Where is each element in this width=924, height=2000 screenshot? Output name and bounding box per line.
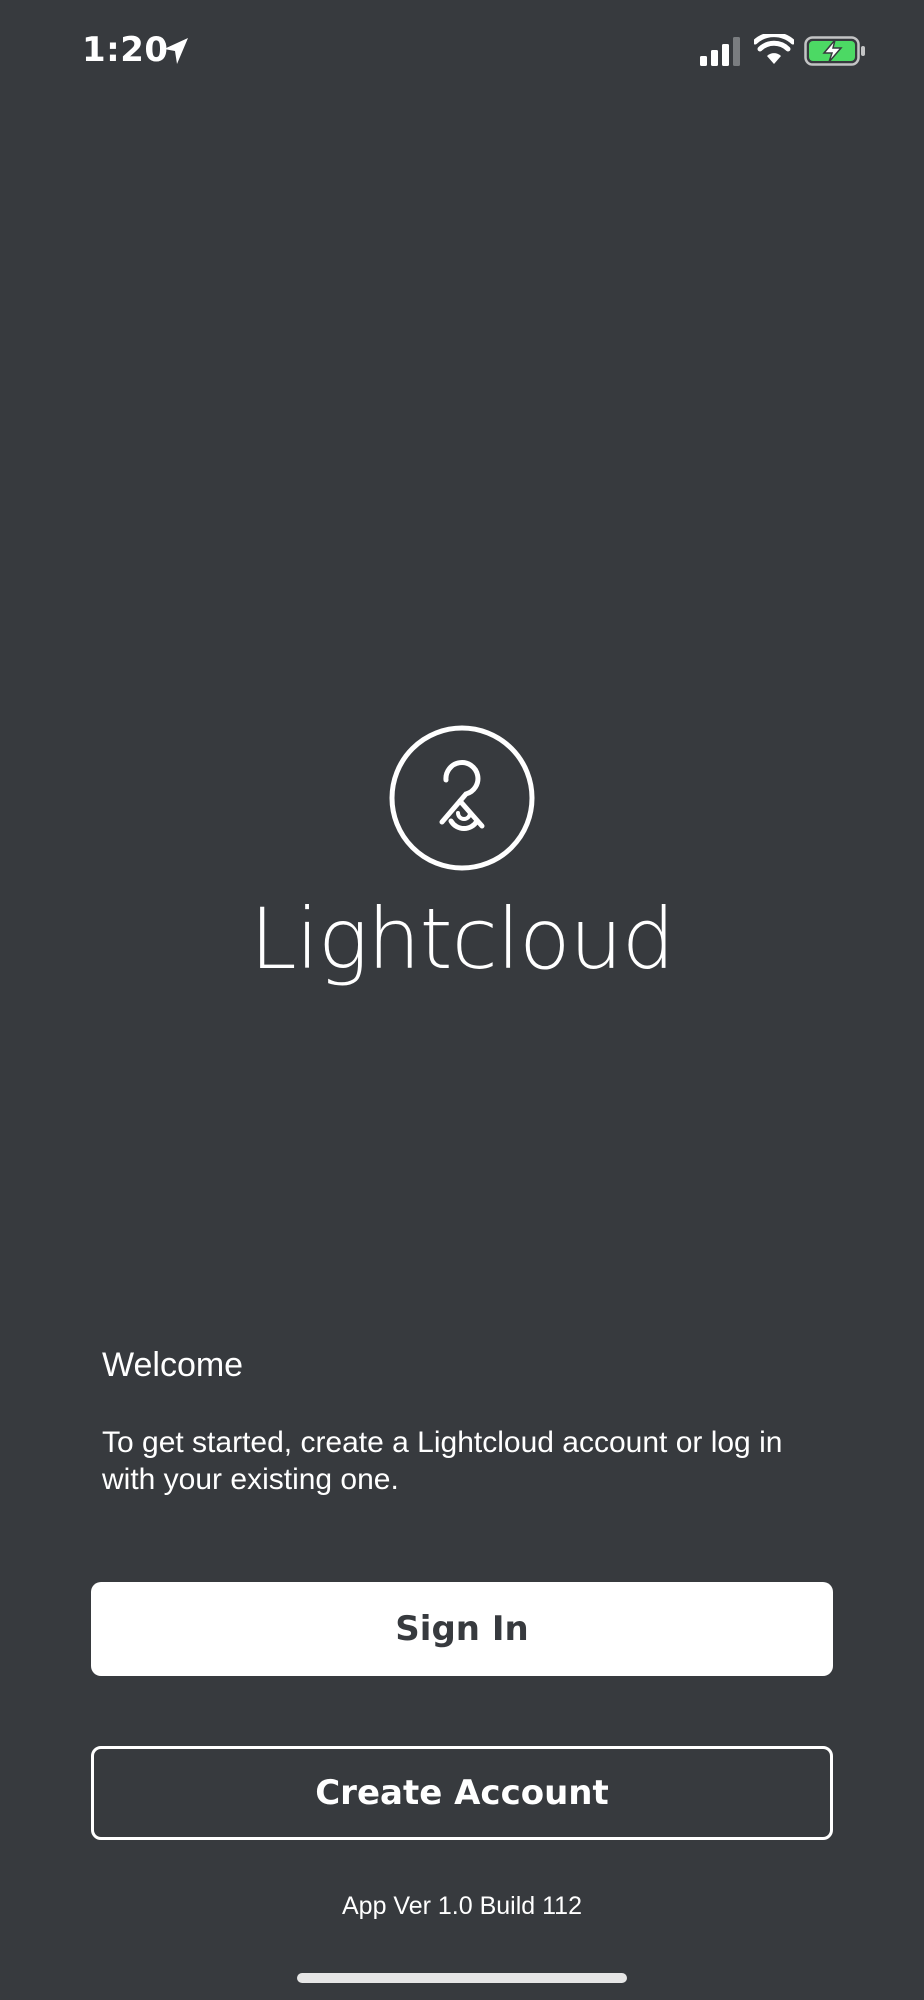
welcome-text: To get started, create a Lightcloud acco… <box>102 1426 783 1496</box>
sign-in-label: Sign In <box>395 1609 529 1649</box>
sign-in-button[interactable]: Sign In <box>91 1582 833 1676</box>
location-arrow-icon <box>164 38 188 64</box>
status-time: 1:20 <box>82 30 169 70</box>
wifi-icon <box>754 34 794 64</box>
create-account-label: Create Account <box>315 1773 609 1813</box>
status-bar: 1:20 <box>0 0 924 110</box>
home-indicator[interactable] <box>297 1973 627 1983</box>
cellular-signal-icon <box>700 37 740 66</box>
create-account-button[interactable]: Create Account <box>91 1746 833 1840</box>
battery-charging-icon <box>804 36 865 66</box>
app-version: App Ver 1.0 Build 112 <box>342 1892 582 1920</box>
welcome-title: Welcome <box>102 1346 244 1384</box>
lightcloud-logo-icon <box>389 725 535 871</box>
brand-wordmark: Lightcloud <box>249 890 675 988</box>
